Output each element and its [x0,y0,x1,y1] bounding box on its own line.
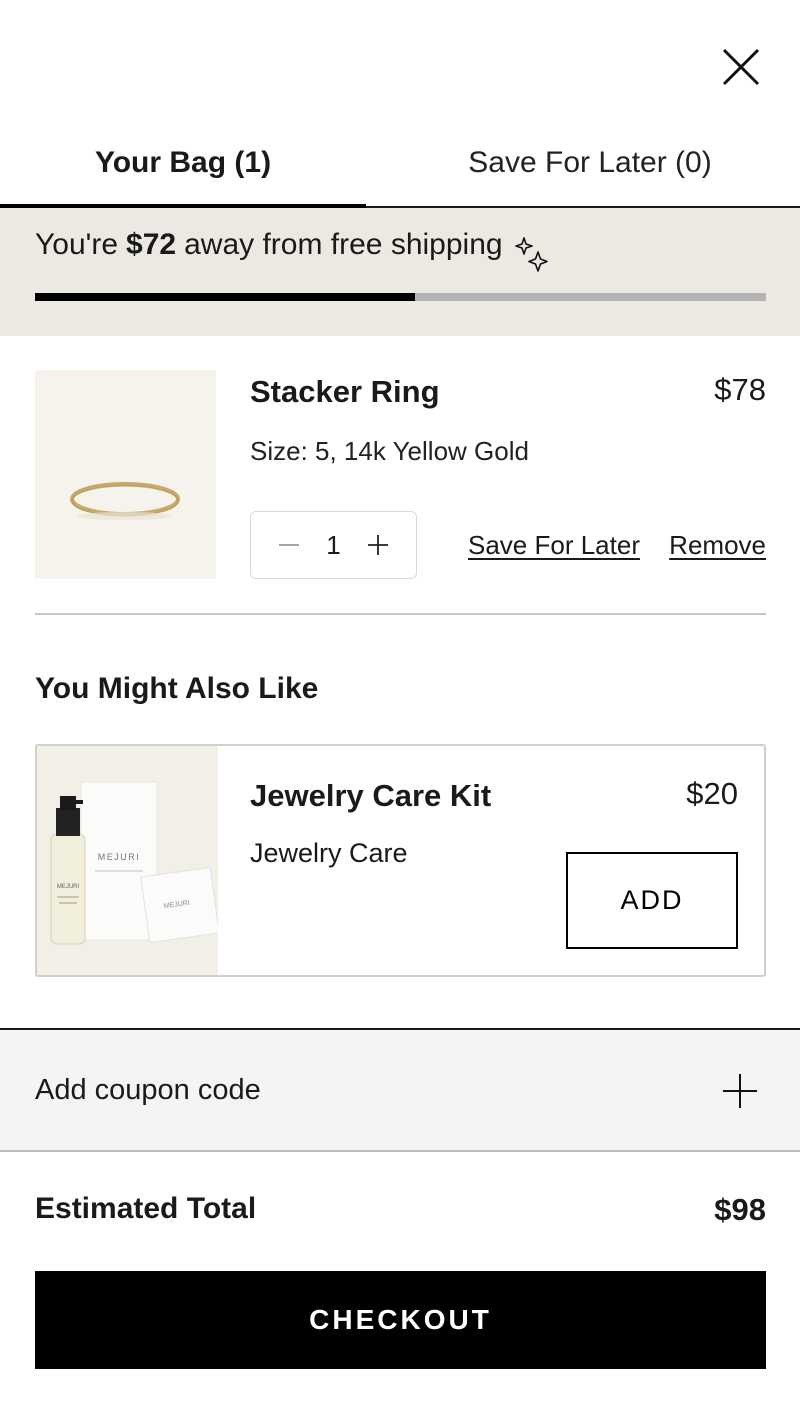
quantity-stepper: 1 [250,511,417,579]
product-image-stacker-ring[interactable] [35,370,216,579]
close-button[interactable] [718,44,764,90]
save-for-later-link[interactable]: Save For Later [468,530,640,561]
recommendation-category: Jewelry Care [250,838,408,868]
tab-save-for-later[interactable]: Save For Later (0) [390,120,790,206]
coupon-label: Add coupon code [35,1074,261,1106]
add-to-bag-button[interactable]: ADD [566,852,738,949]
plus-icon [723,1074,757,1108]
product-variant: Size: 5, 14k Yellow Gold [250,436,529,466]
sparkle-icon [515,237,548,272]
shipping-suffix: away from free shipping [184,228,503,261]
quantity-value: 1 [326,529,341,560]
divider [35,613,766,615]
coupon-code-toggle[interactable]: Add coupon code [0,1028,800,1152]
shipping-prefix: You're [35,228,119,261]
plus-icon [368,535,388,555]
product-name[interactable]: Stacker Ring [250,374,440,410]
shipping-amount: $72 [126,228,177,261]
checkout-button[interactable]: CHECKOUT [35,1271,766,1369]
recommendation-name[interactable]: Jewelry Care Kit [250,778,491,814]
increase-quantity-button[interactable] [366,533,390,557]
recommendations-title: You Might Also Like [35,672,319,705]
decrease-quantity-button[interactable] [277,533,301,557]
estimated-total-value: $98 [714,1192,766,1227]
remove-item-link[interactable]: Remove [669,530,766,561]
kit-box-brand: MEJURI [98,852,141,862]
minus-icon [279,544,299,546]
estimated-total-label: Estimated Total [35,1192,257,1225]
shipping-progress-bar [35,293,766,301]
product-image-jewelry-care-kit[interactable]: MEJURI MEJURI MEJURI [37,746,218,975]
kit-bottle-brand: MEJURI [57,884,80,890]
ring-illustration [70,482,180,520]
free-shipping-message: You're $72 away from free shipping [35,228,503,262]
tab-your-bag[interactable]: Your Bag (1) [0,120,366,210]
shipping-progress-fill [35,293,416,301]
recommendation-price: $20 [686,776,738,811]
bag-tabs: Your Bag (1) Save For Later (0) [0,120,800,210]
close-icon [722,48,760,86]
care-kit-illustration: MEJURI MEJURI MEJURI [50,781,218,945]
product-price: $78 [714,372,766,407]
